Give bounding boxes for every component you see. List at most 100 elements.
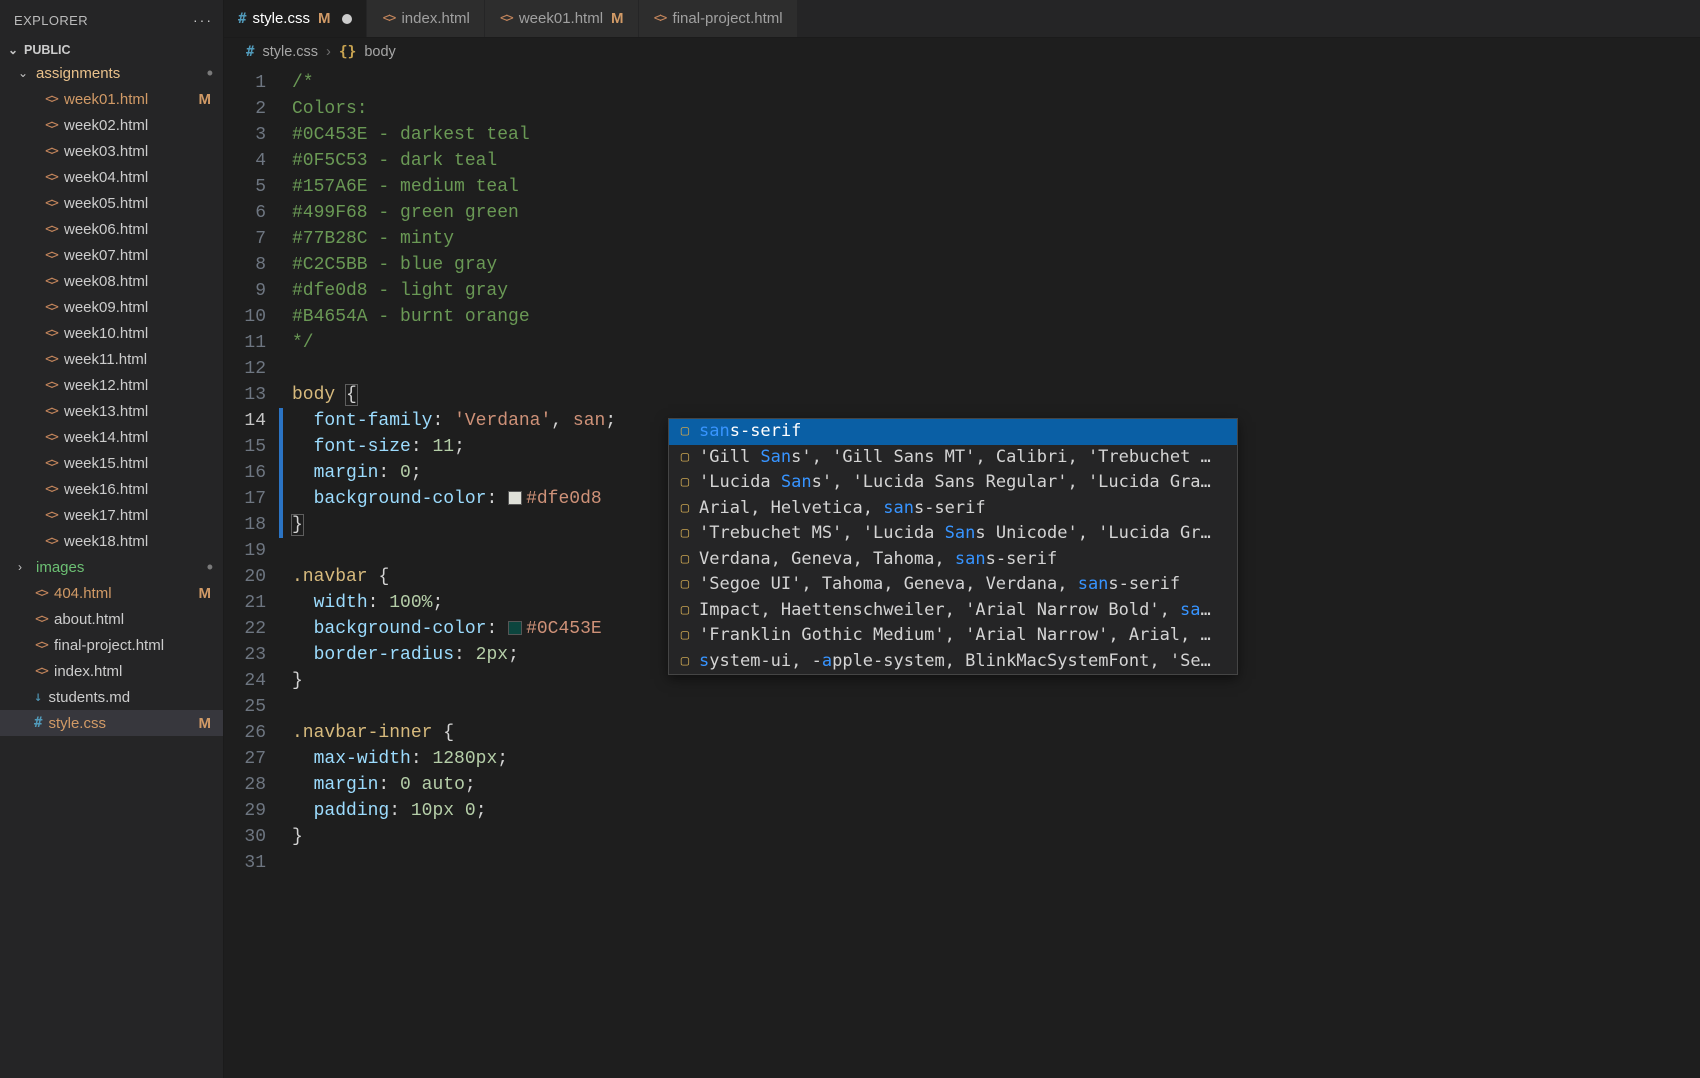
suggest-item-8[interactable]: ▢ 'Franklin Gothic Medium', 'Arial Narro… [669,623,1237,649]
file-week16.html[interactable]: week16.html [0,476,223,502]
code-line-1[interactable]: /* [292,70,1700,96]
modified-badge: M [318,10,331,27]
explorer-root-section[interactable]: ⌄ PUBLIC [0,40,223,60]
breadcrumb-symbol: body [364,44,395,60]
code-line-27[interactable]: max-width: 1280px; [292,746,1700,772]
tab-label: final-project.html [673,10,783,27]
file-week18.html[interactable]: week18.html [0,528,223,554]
explorer-root-label: PUBLIC [24,43,71,57]
file-about.html[interactable]: about.html [0,606,223,632]
line-number: 31 [224,850,266,876]
code-icon [44,92,58,106]
autocomplete-popup[interactable]: ▢ sans-serif ▢ 'Gill Sans', 'Gill Sans M… [668,418,1238,675]
code-line-9[interactable]: #dfe0d8 - light gray [292,278,1700,304]
tab-index.html[interactable]: index.html [367,0,484,37]
file-week14.html[interactable]: week14.html [0,424,223,450]
code-line-31[interactable] [292,850,1700,876]
file-week08.html[interactable]: week08.html [0,268,223,294]
file-label: week06.html [64,221,148,238]
chevron-down-icon: ⌄ [18,66,30,80]
code-line-30[interactable]: } [292,824,1700,850]
code-line-26[interactable]: .navbar-inner { [292,720,1700,746]
file-week12.html[interactable]: week12.html [0,372,223,398]
code-editor[interactable]: 1234567891011121314151617181920212223242… [224,66,1700,1078]
file-students.md[interactable]: ↓ students.md [0,684,223,710]
file-label: week09.html [64,299,148,316]
file-week17.html[interactable]: week17.html [0,502,223,528]
suggest-item-3[interactable]: ▢ Arial, Helvetica, sans-serif [669,496,1237,522]
file-week07.html[interactable]: week07.html [0,242,223,268]
line-number: 27 [224,746,266,772]
code-line-25[interactable] [292,694,1700,720]
tab-week01.html[interactable]: week01.html M [485,0,639,37]
hash-icon: # [246,44,254,60]
tab-style.css[interactable]: # style.css M [224,0,367,37]
explorer-more-icon[interactable]: ··· [193,12,213,28]
code-line-12[interactable] [292,356,1700,382]
snippet-icon: ▢ [677,521,693,547]
code-line-2[interactable]: Colors: [292,96,1700,122]
code-line-4[interactable]: #0F5C53 - dark teal [292,148,1700,174]
code-line-3[interactable]: #0C453E - darkest teal [292,122,1700,148]
file-label: week02.html [64,117,148,134]
modified-badge: M [199,585,214,602]
code-icon [34,638,48,652]
line-number: 26 [224,720,266,746]
folder-assignments[interactable]: ⌄ assignments • [0,60,223,86]
explorer-sidebar: EXPLORER ··· ⌄ PUBLIC ⌄ assignments • we… [0,0,224,1078]
file-label: about.html [54,611,124,628]
file-week11.html[interactable]: week11.html [0,346,223,372]
file-label: week03.html [64,143,148,160]
code-line-5[interactable]: #157A6E - medium teal [292,174,1700,200]
file-label: week13.html [64,403,148,420]
tab-final-project.html[interactable]: final-project.html [639,0,798,37]
file-week03.html[interactable]: week03.html [0,138,223,164]
explorer-title: EXPLORER [14,13,88,28]
file-index.html[interactable]: index.html [0,658,223,684]
line-number: 22 [224,616,266,642]
suggest-label: 'Franklin Gothic Medium', 'Arial Narrow'… [699,623,1211,649]
file-week02.html[interactable]: week02.html [0,112,223,138]
file-label: 404.html [54,585,112,602]
suggest-item-9[interactable]: ▢ system-ui, -apple-system, BlinkMacSyst… [669,649,1237,675]
breadcrumb[interactable]: # style.css › {} body [224,38,1700,66]
code-line-29[interactable]: padding: 10px 0; [292,798,1700,824]
line-number: 17 [224,486,266,512]
line-number: 9 [224,278,266,304]
code-line-28[interactable]: margin: 0 auto; [292,772,1700,798]
file-week15.html[interactable]: week15.html [0,450,223,476]
suggest-item-2[interactable]: ▢ 'Lucida Sans', 'Lucida Sans Regular', … [669,470,1237,496]
line-number: 14 [224,408,266,434]
file-week01.html[interactable]: week01.html M [0,86,223,112]
code-line-13[interactable]: body { [292,382,1700,408]
code-icon [499,12,513,26]
line-number: 23 [224,642,266,668]
file-week04.html[interactable]: week04.html [0,164,223,190]
file-week13.html[interactable]: week13.html [0,398,223,424]
suggest-item-1[interactable]: ▢ 'Gill Sans', 'Gill Sans MT', Calibri, … [669,445,1237,471]
code-line-10[interactable]: #B4654A - burnt orange [292,304,1700,330]
file-404.html[interactable]: 404.html M [0,580,223,606]
file-week10.html[interactable]: week10.html [0,320,223,346]
file-style.css[interactable]: # style.css M [0,710,223,736]
code-line-6[interactable]: #499F68 - green green [292,200,1700,226]
folder-label: images [36,559,84,576]
suggest-label: 'Trebuchet MS', 'Lucida Sans Unicode', '… [699,521,1211,547]
suggest-item-4[interactable]: ▢ 'Trebuchet MS', 'Lucida Sans Unicode',… [669,521,1237,547]
line-number: 21 [224,590,266,616]
code-line-7[interactable]: #77B28C - minty [292,226,1700,252]
suggest-item-6[interactable]: ▢ 'Segoe UI', Tahoma, Geneva, Verdana, s… [669,572,1237,598]
snippet-icon: ▢ [677,572,693,598]
code-line-11[interactable]: */ [292,330,1700,356]
file-week06.html[interactable]: week06.html [0,216,223,242]
file-week05.html[interactable]: week05.html [0,190,223,216]
code-line-8[interactable]: #C2C5BB - blue gray [292,252,1700,278]
line-number: 7 [224,226,266,252]
folder-images[interactable]: › images • [0,554,223,580]
suggest-item-5[interactable]: ▢ Verdana, Geneva, Tahoma, sans-serif [669,547,1237,573]
file-final-project.html[interactable]: final-project.html [0,632,223,658]
suggest-item-0[interactable]: ▢ sans-serif [669,419,1237,445]
code-area[interactable]: /*Colors:#0C453E - darkest teal#0F5C53 -… [284,66,1700,1078]
file-week09.html[interactable]: week09.html [0,294,223,320]
suggest-item-7[interactable]: ▢ Impact, Haettenschweiler, 'Arial Narro… [669,598,1237,624]
